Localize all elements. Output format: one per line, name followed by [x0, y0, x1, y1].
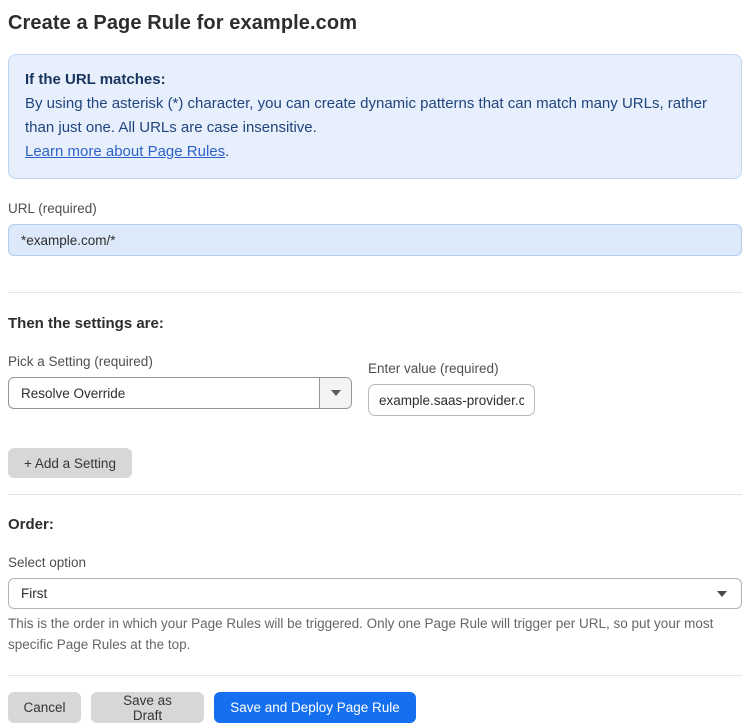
page-title: Create a Page Rule for example.com — [8, 12, 358, 34]
url-input[interactable] — [8, 224, 742, 256]
order-help-text: This is the order in which your Page Rul… — [8, 616, 714, 652]
setting-picker-selected-value: Resolve Override — [21, 385, 126, 401]
learn-more-link[interactable]: Learn more about Page Rules — [25, 143, 225, 160]
order-selected-value: First — [21, 586, 48, 601]
add-setting-button[interactable]: + Add a Setting — [8, 448, 132, 478]
setting-picker-column: Pick a Setting (required) Resolve Overri… — [8, 354, 352, 409]
footer-button-row: Cancel Save as Draft Save and Deploy Pag… — [8, 692, 742, 723]
setting-picker-label: Pick a Setting (required) — [8, 354, 153, 369]
cancel-button[interactable]: Cancel — [8, 692, 81, 723]
page-rule-form: Create a Page Rule for example.com If th… — [0, 0, 750, 723]
value-field-label: Enter value (required) — [368, 361, 499, 376]
chevron-down-icon — [330, 390, 341, 396]
order-section-heading: Order: — [8, 516, 54, 533]
divider — [8, 292, 742, 293]
order-select-label: Select option — [8, 555, 87, 570]
url-field-label: URL (required) — [8, 201, 97, 216]
order-select[interactable]: First — [8, 578, 742, 609]
setting-picker-arrow-button[interactable] — [319, 378, 351, 408]
url-match-info-box: If the URL matches: By using the asteris… — [8, 54, 742, 179]
setting-value-input[interactable] — [368, 384, 535, 416]
info-box-link-line: Learn more about Page Rules. — [25, 140, 725, 164]
setting-value-column: Enter value (required) — [368, 361, 535, 416]
info-box-body: By using the asterisk (*) character, you… — [25, 95, 707, 136]
info-box-heading: If the URL matches: — [25, 71, 166, 88]
setting-row: Pick a Setting (required) Resolve Overri… — [8, 354, 742, 416]
settings-section-heading: Then the settings are: — [8, 315, 164, 332]
save-and-deploy-button[interactable]: Save and Deploy Page Rule — [214, 692, 416, 723]
chevron-down-icon — [717, 590, 727, 597]
setting-picker-dropdown[interactable]: Resolve Override — [8, 377, 352, 409]
save-as-draft-button[interactable]: Save as Draft — [91, 692, 204, 723]
divider — [8, 675, 742, 676]
link-suffix: . — [225, 143, 230, 160]
divider — [8, 494, 742, 495]
